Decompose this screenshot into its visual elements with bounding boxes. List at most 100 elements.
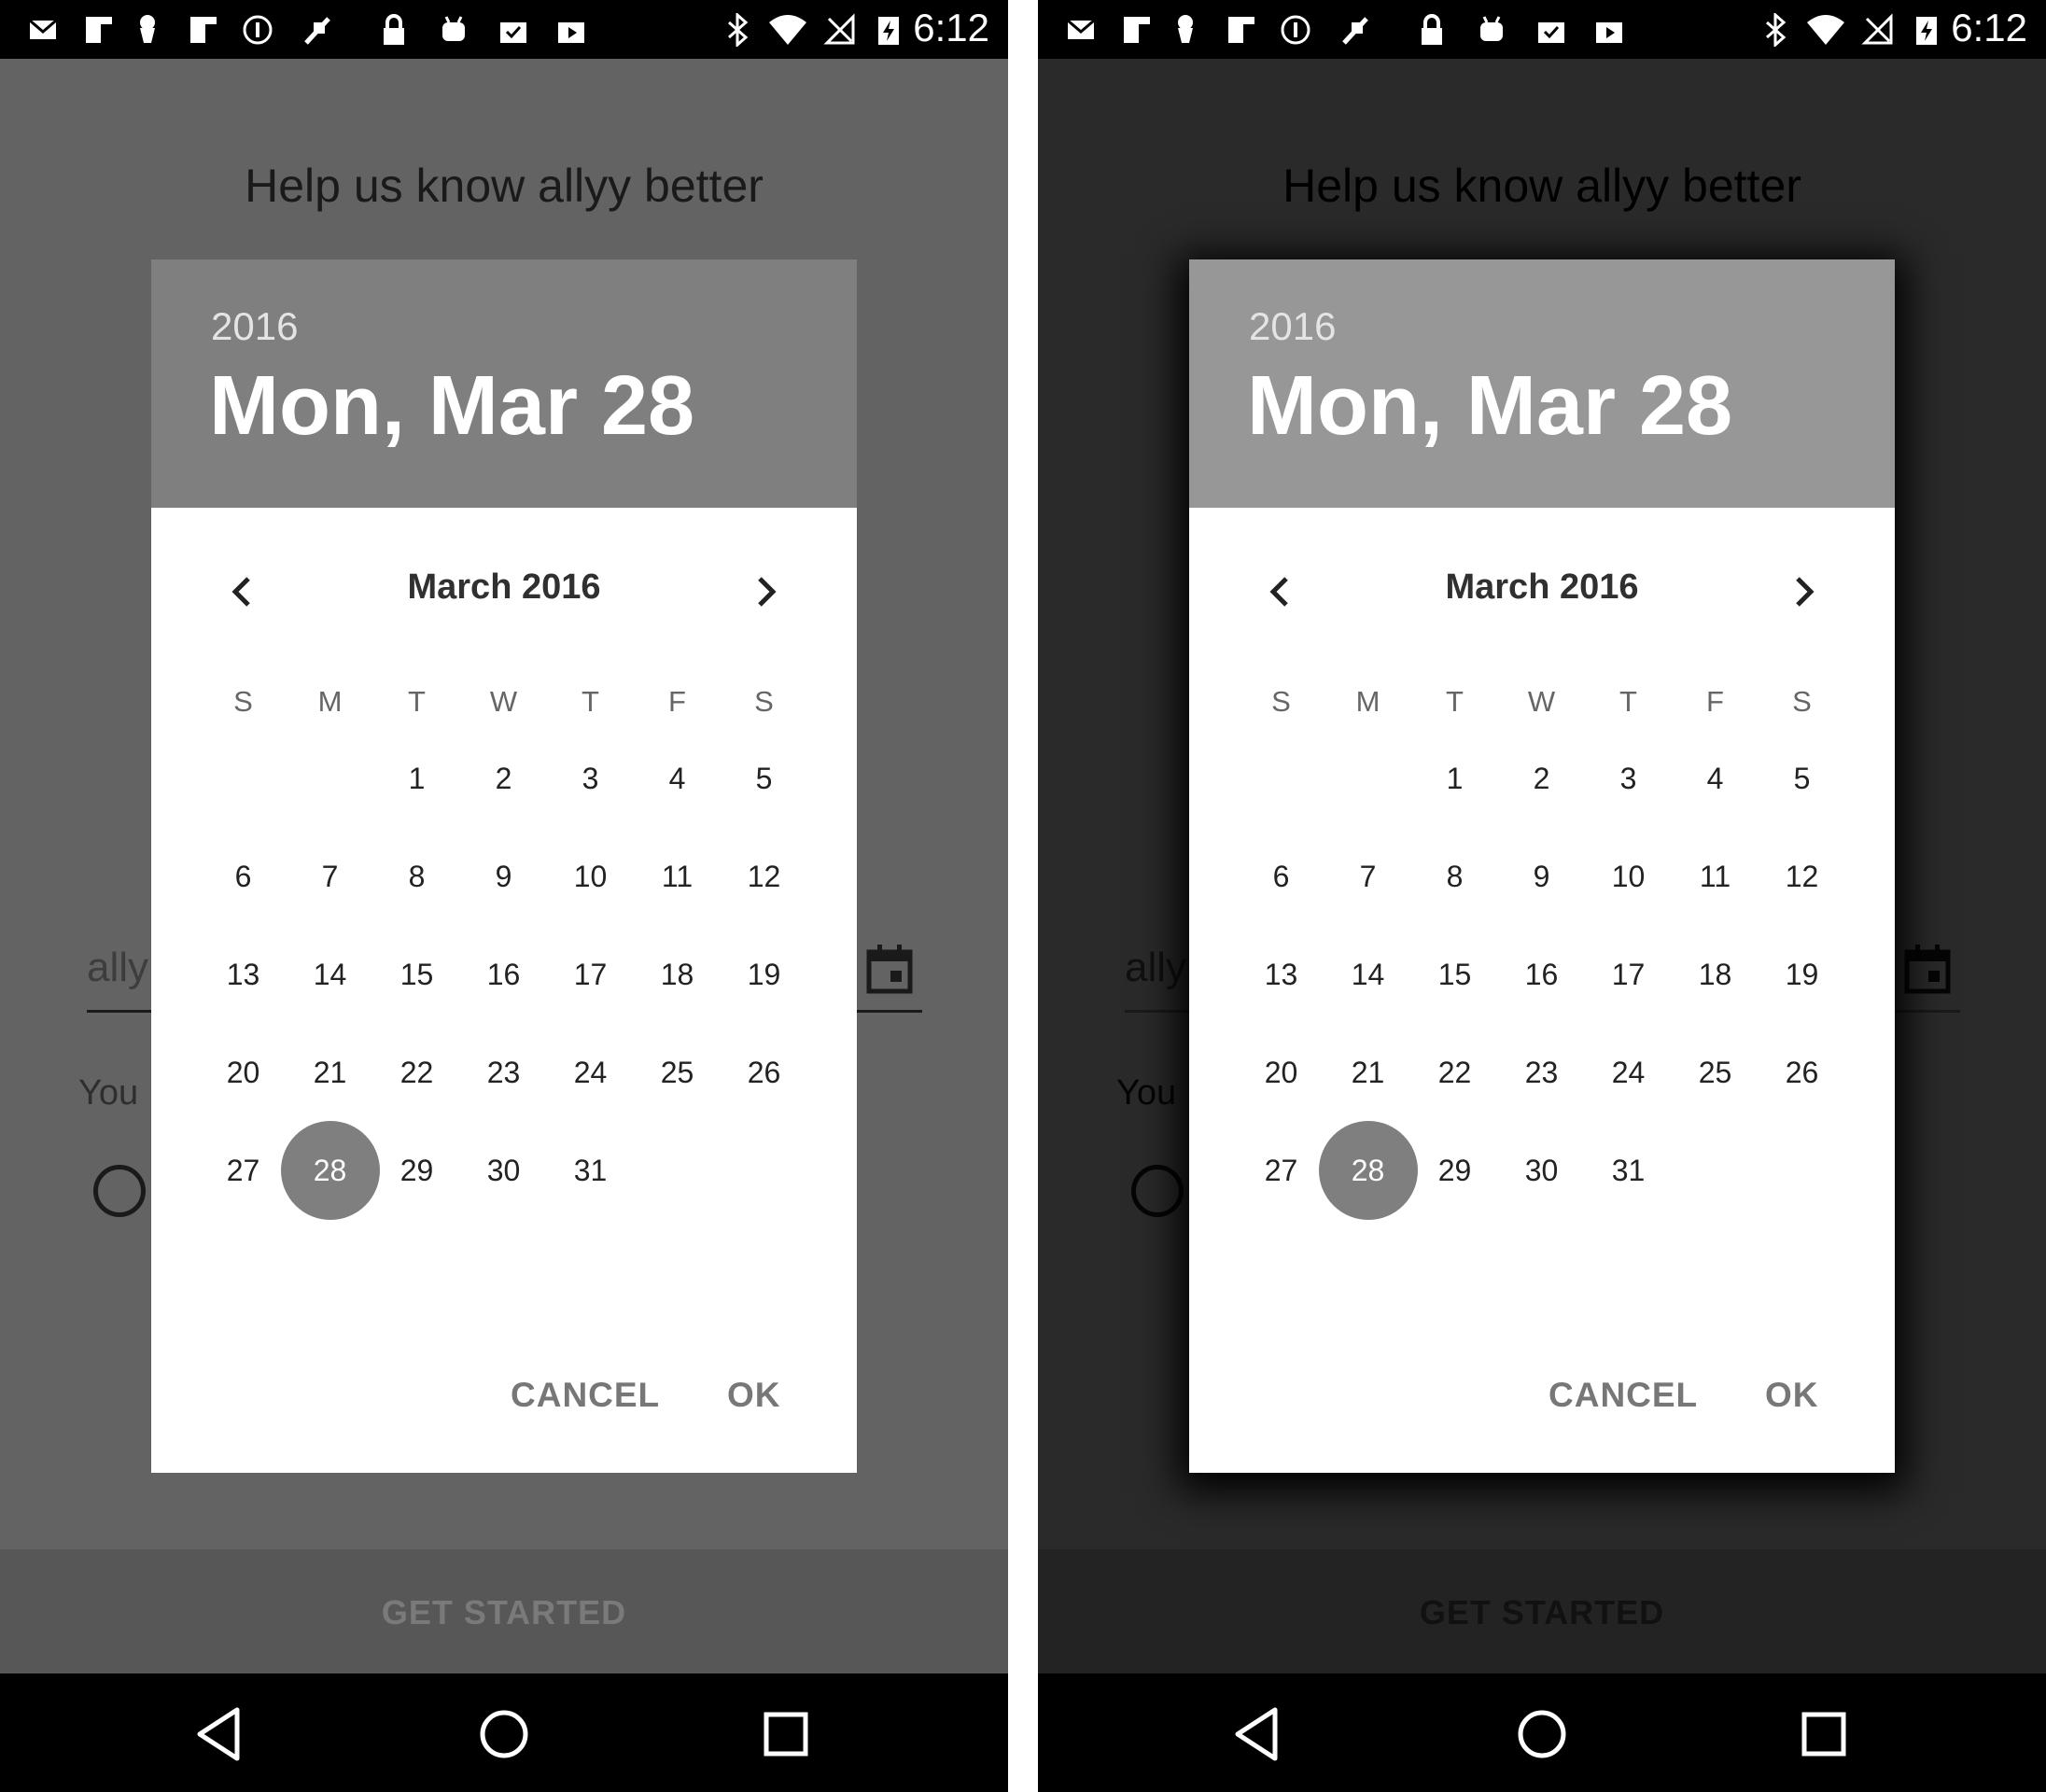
calendar-day[interactable]: 2 xyxy=(460,735,547,822)
chevron-right-icon[interactable] xyxy=(743,569,788,614)
header-selected-date[interactable]: Mon, Mar 28 xyxy=(209,358,694,455)
calendar-day[interactable]: 27 xyxy=(1238,1127,1324,1214)
calendar-day[interactable]: 17 xyxy=(1585,931,1672,1018)
calendar-day[interactable]: 15 xyxy=(1411,931,1498,1018)
recents-icon[interactable] xyxy=(749,1697,823,1771)
home-icon[interactable] xyxy=(467,1697,541,1771)
chevron-right-icon[interactable] xyxy=(1781,569,1826,614)
android-icon xyxy=(442,16,465,41)
header-selected-date[interactable]: Mon, Mar 28 xyxy=(1247,358,1732,455)
calendar-day[interactable]: 30 xyxy=(460,1127,547,1214)
calendar-day[interactable]: 22 xyxy=(373,1029,460,1116)
cancel-button[interactable]: CANCEL xyxy=(1549,1376,1698,1415)
radio-button[interactable] xyxy=(1131,1165,1184,1217)
calendar-day[interactable]: 18 xyxy=(1672,931,1759,1018)
clock: 6:12 xyxy=(1951,6,2027,49)
header-year[interactable]: 2016 xyxy=(1249,304,1336,349)
calendar-day[interactable]: 21 xyxy=(287,1029,373,1116)
calendar-day[interactable]: 4 xyxy=(634,735,721,822)
calendar-day[interactable]: 31 xyxy=(547,1127,634,1214)
calendar-day[interactable]: 2 xyxy=(1498,735,1585,822)
calendar-day[interactable]: 9 xyxy=(460,833,547,920)
calendar-day[interactable]: 5 xyxy=(1759,735,1845,822)
cancel-button[interactable]: CANCEL xyxy=(511,1376,660,1415)
calendar-day[interactable]: 10 xyxy=(547,833,634,920)
calendar-day[interactable]: 11 xyxy=(634,833,721,920)
calendar-day[interactable]: 8 xyxy=(373,833,460,920)
calendar-day[interactable]: 27 xyxy=(200,1127,287,1214)
get-started-button[interactable]: GET STARTED xyxy=(1038,1593,2046,1632)
gender-label: You xyxy=(1116,1073,1177,1113)
no-signal-icon xyxy=(1861,13,1893,45)
selected-day[interactable]: 28 xyxy=(280,1121,380,1220)
selected-day[interactable]: 28 xyxy=(1318,1121,1418,1220)
calendar-day[interactable]: 7 xyxy=(1324,833,1411,920)
calendar-day[interactable]: 20 xyxy=(1238,1029,1324,1116)
calendar-day[interactable]: 16 xyxy=(460,931,547,1018)
calendar-day[interactable]: 29 xyxy=(373,1127,460,1214)
calendar-day[interactable]: 13 xyxy=(1238,931,1324,1018)
calendar-day[interactable]: 30 xyxy=(1498,1127,1585,1214)
calendar-day[interactable]: 9 xyxy=(1498,833,1585,920)
calendar-icon[interactable] xyxy=(866,943,913,995)
calendar-day[interactable]: 17 xyxy=(547,931,634,1018)
calendar-day[interactable]: 3 xyxy=(547,735,634,822)
bluetooth-icon xyxy=(1766,13,1787,47)
mail-icon xyxy=(29,19,57,39)
calendar-day[interactable]: 24 xyxy=(547,1029,634,1116)
calendar-day[interactable]: 7 xyxy=(287,833,373,920)
calendar-day[interactable]: 5 xyxy=(721,735,807,822)
calendar-day[interactable]: 26 xyxy=(721,1029,807,1116)
calendar-day[interactable]: 11 xyxy=(1672,833,1759,920)
calendar-day[interactable]: 20 xyxy=(200,1029,287,1116)
calendar-day[interactable]: 8 xyxy=(1411,833,1498,920)
status-bar: 6:12 xyxy=(0,0,1008,59)
flipboard-icon xyxy=(1124,17,1150,43)
calendar-day[interactable]: 12 xyxy=(721,833,807,920)
calendar-day[interactable]: 4 xyxy=(1672,735,1759,822)
calendar-day[interactable]: 24 xyxy=(1585,1029,1672,1116)
calendar-day[interactable]: 3 xyxy=(1585,735,1672,822)
calendar-day[interactable]: 21 xyxy=(1324,1029,1411,1116)
calendar-day[interactable]: 25 xyxy=(1672,1029,1759,1116)
play-store-icon xyxy=(1596,22,1622,43)
calendar-day[interactable]: 19 xyxy=(1759,931,1845,1018)
calendar-day[interactable]: 1 xyxy=(1411,735,1498,822)
recents-icon[interactable] xyxy=(1787,1697,1861,1771)
no-signal-icon xyxy=(823,13,855,45)
calendar-day[interactable]: 6 xyxy=(200,833,287,920)
weekday-header: F xyxy=(668,685,686,718)
calendar-day[interactable]: 26 xyxy=(1759,1029,1845,1116)
header-year[interactable]: 2016 xyxy=(211,304,298,349)
calendar-day[interactable]: 14 xyxy=(287,931,373,1018)
calendar-day[interactable]: 14 xyxy=(1324,931,1411,1018)
calendar-day[interactable]: 18 xyxy=(634,931,721,1018)
ok-button[interactable]: OK xyxy=(727,1376,781,1415)
calendar-day[interactable]: 25 xyxy=(634,1029,721,1116)
home-icon[interactable] xyxy=(1505,1697,1579,1771)
calendar-day[interactable]: 10 xyxy=(1585,833,1672,920)
calendar-day[interactable]: 13 xyxy=(200,931,287,1018)
name-input-text: ally xyxy=(87,945,149,990)
weekday-header: T xyxy=(1446,685,1464,718)
calendar-day[interactable]: 16 xyxy=(1498,931,1585,1018)
radio-button[interactable] xyxy=(93,1165,146,1217)
calendar-day[interactable]: 6 xyxy=(1238,833,1324,920)
calendar-day[interactable]: 12 xyxy=(1759,833,1845,920)
calendar-day[interactable]: 29 xyxy=(1411,1127,1498,1214)
calendar-icon[interactable] xyxy=(1904,943,1951,995)
calendar-day[interactable]: 19 xyxy=(721,931,807,1018)
phone-screen-right: 6:12 Help us know allyy better ally You … xyxy=(1038,0,2046,1792)
calendar-day[interactable]: 31 xyxy=(1585,1127,1672,1214)
calendar-day[interactable]: 22 xyxy=(1411,1029,1498,1116)
back-icon[interactable] xyxy=(183,1697,258,1771)
back-icon[interactable] xyxy=(1221,1697,1296,1771)
ok-button[interactable]: OK xyxy=(1765,1376,1819,1415)
info-icon xyxy=(243,15,273,45)
calendar-day[interactable]: 15 xyxy=(373,931,460,1018)
calendar-day[interactable]: 23 xyxy=(460,1029,547,1116)
get-started-button[interactable]: GET STARTED xyxy=(0,1593,1008,1632)
calendar-day[interactable]: 23 xyxy=(1498,1029,1585,1116)
info-icon xyxy=(1281,15,1310,45)
calendar-day[interactable]: 1 xyxy=(373,735,460,822)
